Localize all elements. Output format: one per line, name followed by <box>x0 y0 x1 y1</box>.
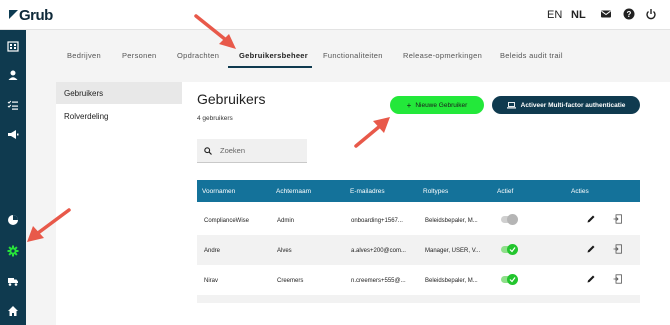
cell-voornaam: Nirav <box>204 278 219 284</box>
edit-pencil-icon[interactable] <box>586 244 596 254</box>
help-icon[interactable]: ? <box>623 8 635 20</box>
top-bar: Grub EN NL ? <box>0 0 670 30</box>
cell-achternaam: Alves <box>277 248 292 254</box>
tab-functionaliteiten[interactable]: Functionaliteiten <box>323 51 383 60</box>
logo-mark-icon <box>9 9 18 19</box>
new-user-button[interactable]: + Nieuwe Gebruiker <box>390 96 484 114</box>
toggle-knob <box>507 214 518 225</box>
building-icon[interactable] <box>7 40 19 52</box>
app-logo[interactable]: Grub <box>9 7 53 24</box>
login-as-user-icon[interactable] <box>613 274 623 284</box>
col-achternaam[interactable]: Achternaam <box>276 188 311 195</box>
tab-release-opmerkingen[interactable]: Release-opmerkingen <box>403 51 482 60</box>
tab-beleids-audit-trail[interactable]: Beleids audit trail <box>500 51 563 60</box>
mfa-label: Activeer Multi-factor authenticatie <box>520 101 626 109</box>
home-icon[interactable] <box>7 305 19 317</box>
left-item-rolverdeling[interactable]: Rolverdeling <box>56 105 182 127</box>
laptop-icon <box>506 101 516 108</box>
col-acties: Acties <box>571 188 589 195</box>
active-toggle[interactable] <box>501 244 518 255</box>
user-count: 4 gebruikers <box>197 115 233 122</box>
mail-icon[interactable] <box>600 8 612 20</box>
page-title: Gebruikers <box>197 91 266 107</box>
tab-opdrachten[interactable]: Opdrachten <box>177 51 219 60</box>
cell-voornaam: ComplianceWise <box>204 218 250 224</box>
tab-bar: Bedrijven Personen Opdrachten Gebruikers… <box>26 30 670 70</box>
cell-roltypes: Manager, USER, V... <box>425 248 481 254</box>
search-box <box>197 139 307 163</box>
edit-pencil-icon[interactable] <box>586 274 596 284</box>
col-voornamen[interactable]: Voornamen <box>202 188 235 195</box>
search-icon <box>204 146 212 155</box>
edit-pencil-icon[interactable] <box>586 214 596 224</box>
new-user-label: Nieuwe Gebruiker <box>415 101 468 109</box>
cell-roltypes: Beleidsbepaler, M... <box>425 278 478 284</box>
cell-email: n.creemers+555@... <box>351 278 406 284</box>
person-icon[interactable] <box>7 69 19 81</box>
pie-chart-icon[interactable] <box>7 214 19 226</box>
active-tab-indicator <box>228 66 312 68</box>
col-roltypes[interactable]: Roltypes <box>423 188 448 195</box>
content-area: Bedrijven Personen Opdrachten Gebruikers… <box>26 30 670 325</box>
cell-email: onboarding+1567... <box>351 218 403 224</box>
check-icon <box>509 277 516 283</box>
checklist-icon[interactable] <box>7 99 19 111</box>
search-input[interactable] <box>220 146 300 155</box>
toggle-knob <box>507 244 518 255</box>
cell-achternaam: Admin <box>277 218 295 224</box>
svg-text:?: ? <box>627 10 632 19</box>
settings-gear-icon[interactable] <box>7 245 19 257</box>
left-item-gebruikers[interactable]: Gebruikers <box>56 82 182 104</box>
cell-voornaam: Andre <box>204 248 221 254</box>
login-as-user-icon[interactable] <box>613 244 623 254</box>
check-icon <box>509 247 516 253</box>
table-row[interactable]: ComplianceWise Admin onboarding+1567... … <box>197 205 640 235</box>
toggle-knob <box>507 274 518 285</box>
cell-email: a.alves+200@com... <box>351 248 406 254</box>
table-row[interactable]: Andre Alves a.alves+200@com... Manager, … <box>197 235 640 265</box>
col-actief[interactable]: Actief <box>497 188 513 195</box>
login-as-user-icon[interactable] <box>613 214 623 224</box>
cell-roltypes: Beleidsbepaler, M... <box>425 218 478 224</box>
sidebar <box>0 30 26 325</box>
delivery-truck-icon[interactable] <box>7 275 19 287</box>
table-header: Voornamen Achternaam E-mailadres Roltype… <box>197 180 640 202</box>
tab-personen[interactable]: Personen <box>122 51 157 60</box>
cell-achternaam: Creemers <box>277 278 304 284</box>
active-toggle[interactable] <box>501 274 518 285</box>
left-panel: Gebruikers Rolverdeling <box>56 82 182 325</box>
plus-icon: + <box>406 100 412 110</box>
main-panel: Gebruikers 4 gebruikers + Nieuwe Gebruik… <box>182 82 670 325</box>
table-row-partial[interactable] <box>197 295 640 303</box>
power-icon[interactable] <box>645 8 657 20</box>
tab-gebruikersbeheer[interactable]: Gebruikersbeheer <box>239 51 308 60</box>
active-toggle[interactable] <box>501 214 518 225</box>
logo-text: Grub <box>19 7 53 24</box>
activate-mfa-button[interactable]: Activeer Multi-factor authenticatie <box>492 96 640 114</box>
lang-en[interactable]: EN <box>547 9 562 21</box>
tab-bedrijven[interactable]: Bedrijven <box>67 51 101 60</box>
lang-nl[interactable]: NL <box>571 9 586 21</box>
megaphone-icon[interactable] <box>7 128 19 140</box>
col-emailadres[interactable]: E-mailadres <box>350 188 385 195</box>
table-row[interactable]: Nirav Creemers n.creemers+555@... Beleid… <box>197 265 640 295</box>
